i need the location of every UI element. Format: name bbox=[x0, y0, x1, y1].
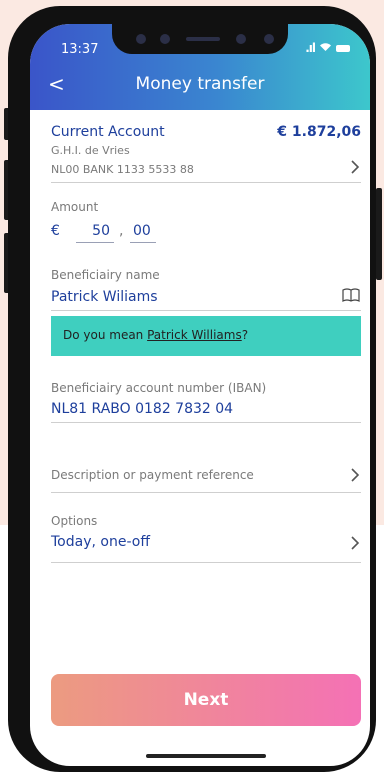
phone-frame: 13:37 .ıl < Money transfer Current Accou… bbox=[8, 6, 376, 772]
sensor-icon bbox=[236, 34, 246, 44]
name-suggestion-banner: Do you mean Patrick Williams? bbox=[51, 316, 361, 356]
options-label: Options bbox=[51, 514, 98, 528]
amount-currency: € bbox=[51, 223, 60, 239]
phone-screen: 13:37 .ıl < Money transfer Current Accou… bbox=[30, 24, 370, 766]
description-row[interactable]: Description or payment reference bbox=[30, 454, 370, 490]
suggestion-prefix: Do you mean bbox=[63, 328, 148, 342]
page-title: Money transfer bbox=[135, 74, 265, 94]
account-balance: € 1.872,06 bbox=[277, 124, 361, 140]
chevron-right-icon bbox=[350, 158, 360, 179]
account-iban: NL00 BANK 1133 5533 88 bbox=[51, 163, 194, 176]
suggestion-link[interactable]: Patrick Williams bbox=[147, 328, 242, 342]
suggestion-suffix: ? bbox=[241, 328, 249, 342]
divider bbox=[51, 562, 361, 563]
status-icons: .ıl bbox=[305, 41, 350, 55]
sensor-icon bbox=[136, 34, 146, 44]
sensor-icon bbox=[160, 34, 170, 44]
speaker-grille bbox=[186, 37, 220, 41]
next-button[interactable]: Next bbox=[51, 674, 361, 726]
description-label: Description or payment reference bbox=[51, 468, 254, 482]
beneficiary-label: Beneficiairy name bbox=[51, 268, 160, 282]
power-button bbox=[376, 188, 382, 280]
divider bbox=[51, 182, 361, 183]
app-header: 13:37 .ıl < Money transfer bbox=[30, 24, 370, 110]
iban-input[interactable]: NL81 RABO 0182 7832 04 bbox=[51, 398, 361, 422]
notch bbox=[112, 24, 288, 54]
amount-cents-input[interactable]: 00 bbox=[130, 220, 156, 243]
amount-whole-input[interactable]: 50 bbox=[76, 220, 114, 243]
amount-label: Amount bbox=[51, 200, 99, 214]
camera-icon bbox=[264, 34, 274, 44]
options-row[interactable]: Options Today, one-off bbox=[30, 510, 370, 560]
chevron-right-icon bbox=[350, 534, 360, 555]
beneficiary-name-value: Patrick Wiliams bbox=[51, 289, 158, 305]
account-name: Current Account bbox=[51, 124, 165, 140]
divider bbox=[51, 422, 361, 423]
suggestion-text: Do you mean Patrick Williams? bbox=[63, 328, 248, 342]
address-book-icon[interactable] bbox=[342, 287, 360, 306]
amount-whole-value: 50 bbox=[92, 223, 110, 239]
iban-value: NL81 RABO 0182 7832 04 bbox=[51, 401, 234, 417]
chevron-right-icon bbox=[350, 466, 360, 487]
account-holder: G.H.I. de Vries bbox=[51, 144, 130, 157]
divider bbox=[51, 492, 361, 493]
options-value: Today, one-off bbox=[51, 534, 150, 550]
iban-label: Beneficiairy account number (IBAN) bbox=[51, 381, 267, 395]
beneficiary-name-input[interactable]: Patrick Wiliams bbox=[51, 286, 361, 310]
status-time: 13:37 bbox=[61, 42, 99, 57]
divider bbox=[51, 310, 361, 311]
signal-icon: .ıl bbox=[305, 41, 316, 55]
battery-icon bbox=[336, 44, 350, 52]
amount-cents-value: 00 bbox=[133, 223, 151, 239]
home-indicator[interactable] bbox=[146, 754, 266, 758]
amount-separator: , bbox=[119, 223, 124, 239]
wifi-icon bbox=[319, 41, 332, 55]
